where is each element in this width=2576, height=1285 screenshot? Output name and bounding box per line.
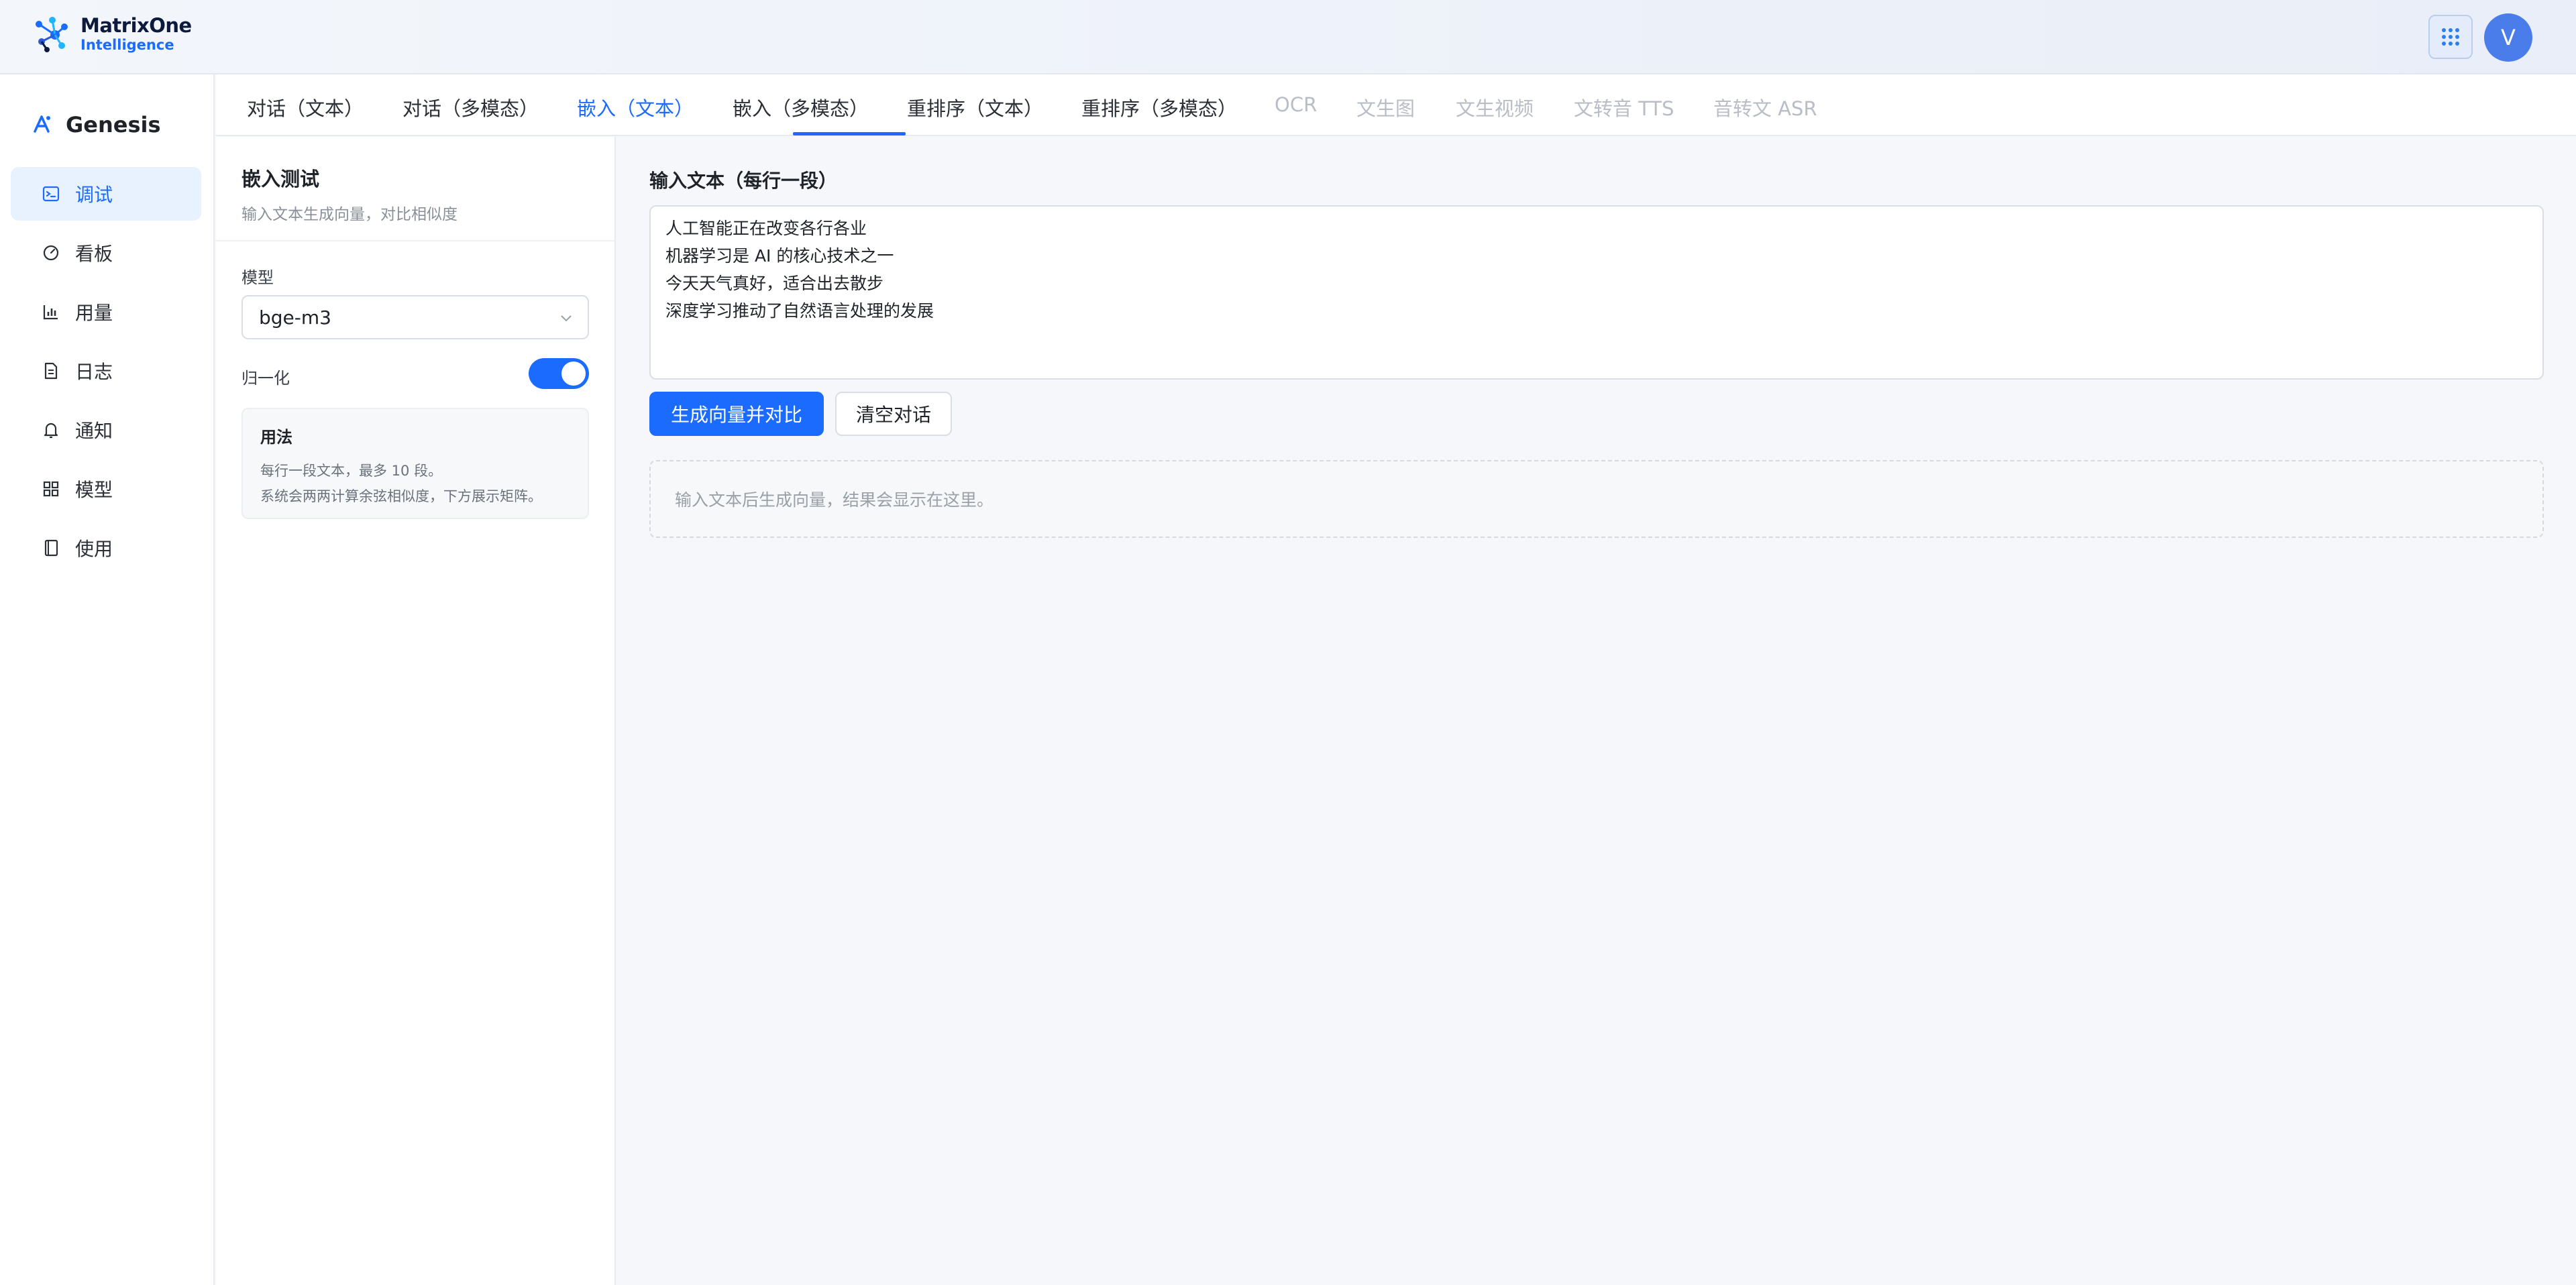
matrixone-logo-icon [36, 17, 68, 52]
input-textarea[interactable]: 人工智能正在改变各行各业 机器学习是 AI 的核心技术之一 今天天气真好，适合出… [649, 205, 2544, 380]
config-header: 嵌入测试 输入文本生成向量，对比相似度 [216, 137, 614, 241]
sidebar-item-debug[interactable]: 调试 [11, 167, 201, 221]
apps-grid-icon [2442, 28, 2459, 46]
sidebar-item-label: 看板 [75, 243, 113, 265]
usage-line: 系统会两两计算余弦相似度，下方展示矩阵。 [260, 488, 542, 504]
sidebar-item-label: 调试 [75, 184, 113, 206]
usage-title: 用法 [260, 428, 292, 447]
tab-chat-text[interactable]: 对话（文本） [247, 93, 364, 121]
logo-title: MatrixOne [80, 14, 192, 37]
logo-subtitle: Intelligence [80, 37, 174, 53]
input-line: 深度学习推动了自然语言处理的发展 [665, 301, 934, 321]
top-header: MatrixOne Intelligence V [0, 0, 2576, 74]
input-label: 输入文本（每行一段） [649, 170, 838, 192]
tab-rerank-text[interactable]: 重排序（文本） [907, 93, 1043, 121]
normalize-toggle[interactable] [529, 358, 589, 389]
sidebar-item-notifications[interactable]: 通知 [11, 403, 201, 457]
tab-chat-multimodal[interactable]: 对话（多模态） [402, 93, 539, 121]
grid-icon [43, 481, 59, 497]
model-select[interactable]: bge-m3 [241, 295, 589, 339]
genesis-logo-icon [34, 115, 50, 133]
sidebar-item-label: 日志 [75, 361, 113, 383]
tab-text-to-image[interactable]: 文生图 [1356, 93, 1415, 121]
input-line: 机器学习是 AI 的核心技术之一 [665, 246, 894, 266]
sidebar-item-label: 通知 [75, 420, 113, 442]
sidebar-item-usage[interactable]: 用量 [11, 285, 201, 339]
book-icon [44, 539, 58, 557]
model-select-value: bge-m3 [259, 306, 331, 329]
file-text-icon [44, 362, 58, 380]
tab-rerank-multimodal[interactable]: 重排序（多模态） [1081, 93, 1237, 121]
normalize-label: 归一化 [241, 369, 290, 388]
usage-card: 用法 每行一段文本，最多 10 段。 系统会两两计算余弦相似度，下方展示矩阵。 [241, 408, 589, 519]
tab-embedding-multimodal[interactable]: 嵌入（多模态） [733, 93, 869, 121]
sidebar-item-label: 用量 [75, 302, 113, 324]
tab-embedding-text[interactable]: 嵌入（文本） [577, 93, 694, 121]
feature-tabs: 对话（文本） 对话（多模态） 嵌入（文本） 嵌入（多模态） 重排序（文本） 重排… [216, 74, 2576, 136]
terminal-icon [42, 186, 60, 202]
clear-button[interactable]: 清空对话 [835, 392, 952, 436]
usage-line: 每行一段文本，最多 10 段。 [260, 463, 443, 479]
result-placeholder: 输入文本后生成向量，结果会显示在这里。 [649, 460, 2544, 538]
sidebar-item-logs[interactable]: 日志 [11, 344, 201, 398]
sidebar-item-models[interactable]: 模型 [11, 462, 201, 516]
gauge-icon [43, 245, 59, 261]
tab-tts[interactable]: 文转音 TTS [1574, 93, 1674, 121]
input-line: 今天天气真好，适合出去散步 [665, 274, 884, 293]
sidebar-item-label: 使用 [75, 538, 113, 560]
sidebar-brand[interactable]: Genesis [31, 112, 161, 137]
config-title: 嵌入测试 [241, 168, 320, 190]
sidebar-item-label: 模型 [75, 479, 113, 501]
tab-text-to-video[interactable]: 文生视频 [1456, 93, 1534, 121]
bell-icon [44, 423, 58, 439]
model-label: 模型 [241, 268, 274, 287]
apps-launcher-button[interactable] [2428, 15, 2473, 59]
user-avatar[interactable]: V [2484, 13, 2532, 62]
brand-name: Genesis [66, 112, 161, 137]
sidebar-nav: 调试 看板 用量 日志 通知 模型 使用 [11, 167, 201, 580]
active-tab-indicator [793, 132, 906, 135]
bar-chart-icon [43, 305, 58, 320]
tab-asr[interactable]: 音转文 ASR [1713, 93, 1817, 121]
config-subtitle: 输入文本生成向量，对比相似度 [241, 206, 458, 223]
input-line: 人工智能正在改变各行各业 [665, 219, 867, 238]
config-panel: 嵌入测试 输入文本生成向量，对比相似度 模型 bge-m3 归一化 用法 每行一… [216, 137, 616, 1285]
toggle-knob [561, 361, 586, 386]
app-logo[interactable]: MatrixOne Intelligence [32, 15, 192, 54]
generate-compare-button[interactable]: 生成向量并对比 [649, 392, 824, 436]
sidebar-item-guide[interactable]: 使用 [11, 521, 201, 575]
sidebar-item-dashboard[interactable]: 看板 [11, 226, 201, 280]
tab-ocr[interactable]: OCR [1275, 93, 1317, 116]
chevron-down-icon [561, 315, 572, 322]
sidebar: Genesis 调试 看板 用量 日志 通知 模型 使用 [0, 74, 215, 1285]
